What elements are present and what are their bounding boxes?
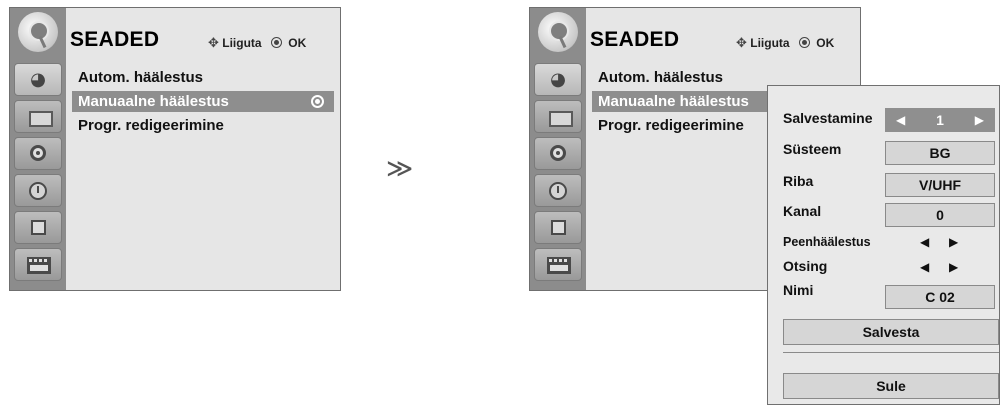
picture-icon[interactable] <box>14 100 62 133</box>
system-field[interactable]: BG <box>885 141 995 165</box>
band-field[interactable]: V/UHF <box>885 173 995 197</box>
nav-hint: ✥ Liiguta OK <box>736 36 834 51</box>
lock-icon[interactable] <box>534 211 582 244</box>
band-label: Riba <box>783 173 814 189</box>
move-arrows-icon: ✥ <box>736 36 747 51</box>
fine-tune-label: Peenhäälestus <box>783 235 871 249</box>
ok-button-icon <box>798 37 810 48</box>
channel-label: Kanal <box>783 203 822 219</box>
time-icon[interactable] <box>14 174 62 207</box>
search-label: Otsing <box>783 258 828 274</box>
menu-sidebar: ◕ <box>10 8 66 290</box>
hint-move-label: Liiguta <box>222 36 262 50</box>
selected-indicator-icon <box>311 95 324 108</box>
satellite-icon[interactable]: ◕ <box>534 63 582 96</box>
fine-tune-left-icon[interactable]: ◀ <box>920 235 929 249</box>
divider <box>783 352 999 353</box>
menu-item-label: Manuaalne häälestus <box>598 93 749 110</box>
menu-item-programme-edit[interactable]: Progr. redigeerimine <box>72 115 334 136</box>
channel-field[interactable]: 0 <box>885 203 995 227</box>
menu-item-auto-tuning[interactable]: Autom. häälestus <box>72 67 334 88</box>
menu-item-label: Progr. redigeerimine <box>598 117 744 134</box>
menu-item-programme-edit[interactable]: Progr. redigeerimine <box>592 115 768 136</box>
menu-item-label: Progr. redigeerimine <box>78 117 224 134</box>
storage-value: 1 <box>936 112 944 128</box>
search-left-icon[interactable]: ◀ <box>920 260 929 274</box>
settings-menu-left: ◕ SEADED ✥ Liiguta OK Autom. häälestus M… <box>9 7 341 291</box>
hint-ok-label: OK <box>816 36 835 50</box>
storage-label: Salvestamine <box>783 110 873 126</box>
nav-hint: ✥ Liiguta OK <box>208 36 306 51</box>
transition-arrow-icon: ≫ <box>386 154 414 184</box>
system-label: Süsteem <box>783 141 842 157</box>
audio-icon[interactable] <box>14 137 62 170</box>
satellite-logo-icon <box>538 12 578 52</box>
menu-sidebar: ◕ <box>530 8 586 290</box>
hint-ok-label: OK <box>288 36 307 50</box>
arrow-left-icon[interactable]: ◀ <box>896 109 905 131</box>
menu-title: SEADED <box>590 28 680 51</box>
search-right-icon[interactable]: ▶ <box>949 260 958 274</box>
move-arrows-icon: ✥ <box>208 36 219 51</box>
name-label: Nimi <box>783 282 814 298</box>
storage-stepper[interactable]: ◀ 1 ▶ <box>885 108 995 132</box>
menu-item-label: Manuaalne häälestus <box>78 93 229 110</box>
ok-button-icon <box>270 37 282 48</box>
fine-tune-right-icon[interactable]: ▶ <box>949 235 958 249</box>
menu-item-label: Autom. häälestus <box>598 69 724 86</box>
clapboard-icon[interactable] <box>534 248 582 281</box>
menu-title: SEADED <box>70 28 160 51</box>
manual-tuning-popup: Salvestamine ◀ 1 ▶ Süsteem BG Riba V/UHF… <box>767 85 1000 405</box>
menu-item-manual-tuning[interactable]: Manuaalne häälestus <box>72 91 334 112</box>
lock-icon[interactable] <box>14 211 62 244</box>
close-button[interactable]: Sule <box>783 373 999 399</box>
satellite-icon[interactable]: ◕ <box>14 63 62 96</box>
menu-item-label: Autom. häälestus <box>78 69 204 86</box>
picture-icon[interactable] <box>534 100 582 133</box>
menu-item-auto-tuning[interactable]: Autom. häälestus <box>592 67 768 88</box>
arrow-right-icon[interactable]: ▶ <box>975 109 984 131</box>
audio-icon[interactable] <box>534 137 582 170</box>
menu-item-manual-tuning[interactable]: Manuaalne häälestus <box>592 91 768 112</box>
time-icon[interactable] <box>534 174 582 207</box>
clapboard-icon[interactable] <box>14 248 62 281</box>
satellite-logo-icon <box>18 12 58 52</box>
save-button[interactable]: Salvesta <box>783 319 999 345</box>
hint-move-label: Liiguta <box>750 36 790 50</box>
name-field[interactable]: C 02 <box>885 285 995 309</box>
